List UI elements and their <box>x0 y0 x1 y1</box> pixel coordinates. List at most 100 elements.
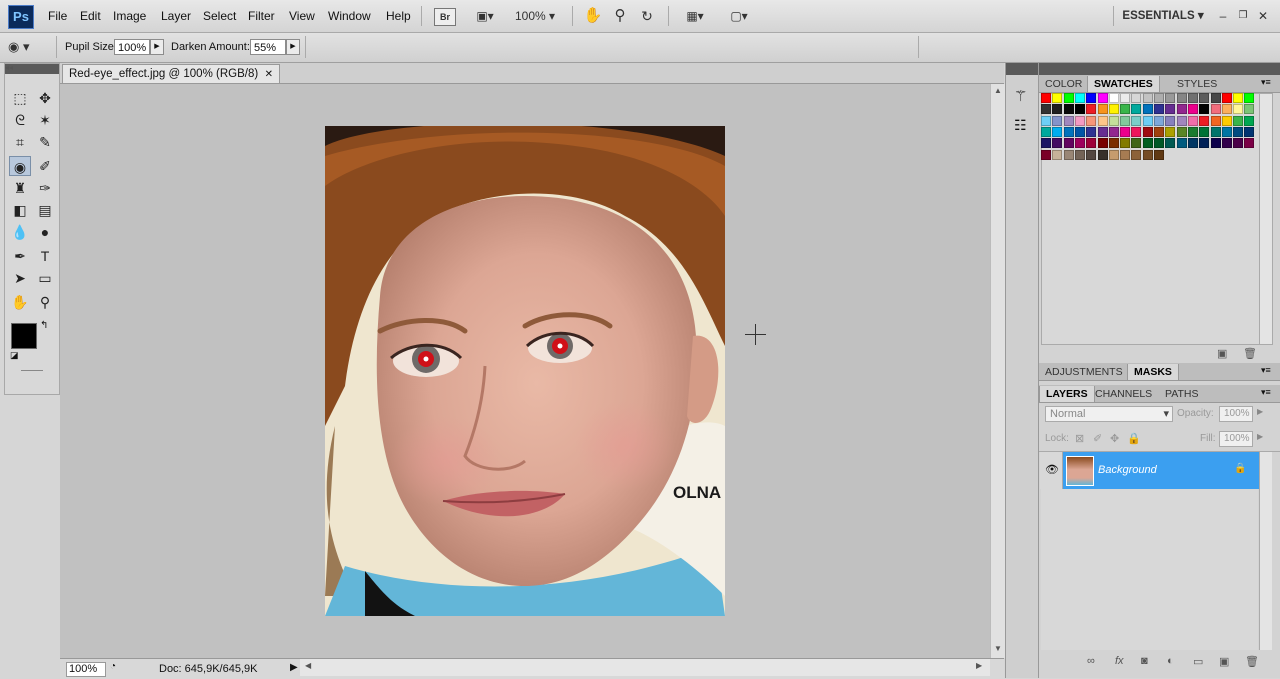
scroll-up-icon[interactable]: ▲ <box>994 86 1002 95</box>
layer-style-icon[interactable]: fx <box>1115 655 1124 667</box>
swatch[interactable] <box>1176 93 1187 103</box>
red-eye-photo[interactable]: OLNA <box>325 126 725 616</box>
menu-view[interactable]: View <box>289 9 315 23</box>
swatch[interactable] <box>1052 93 1063 103</box>
zoom-level-dropdown[interactable]: 100% ▾ <box>510 6 560 26</box>
swatch[interactable] <box>1108 104 1119 115</box>
swatch[interactable] <box>1187 104 1198 115</box>
default-colors-icon[interactable]: ◪ <box>10 350 19 361</box>
layers-menu-icon[interactable]: ▾≡ <box>1261 387 1271 398</box>
tab-paths[interactable]: PATHS <box>1159 386 1204 402</box>
red-eye-tool-icon[interactable]: ◉ <box>9 156 31 176</box>
foreground-color-swatch[interactable] <box>11 323 37 349</box>
swatch[interactable] <box>1154 104 1164 115</box>
swatch[interactable] <box>1097 126 1108 137</box>
swatch[interactable] <box>1052 138 1063 149</box>
swatch[interactable] <box>1142 115 1153 126</box>
tab-adjustments[interactable]: ADJUSTMENTS <box>1039 364 1129 380</box>
scroll-down-icon[interactable]: ▼ <box>994 644 1002 653</box>
swatch[interactable] <box>1041 93 1051 103</box>
status-icon[interactable]: ◔ <box>110 661 116 672</box>
swatch[interactable] <box>1063 126 1074 137</box>
swatch[interactable] <box>1210 138 1221 149</box>
blur-tool-icon[interactable]: 💧 <box>9 222 31 242</box>
swatch[interactable] <box>1233 115 1244 126</box>
swatch[interactable] <box>1074 115 1085 126</box>
lasso-tool-icon[interactable]: ᘓ <box>9 110 31 130</box>
swatch[interactable] <box>1131 115 1142 126</box>
swatch[interactable] <box>1063 93 1074 103</box>
swatch[interactable] <box>1233 93 1244 103</box>
layer-row-background[interactable]: Background 🔒 <box>1063 452 1259 489</box>
swatch[interactable] <box>1074 138 1085 149</box>
path-select-icon[interactable]: ➤ <box>9 268 31 288</box>
opacity-arrow-icon[interactable]: ▶ <box>1257 407 1263 416</box>
lock-all-icon[interactable]: 🔒 <box>1127 432 1141 445</box>
swatch[interactable] <box>1199 126 1210 137</box>
lock-transparent-icon[interactable]: ⊠ <box>1075 432 1084 445</box>
arrange-documents-icon[interactable]: ▦▾ <box>678 6 712 26</box>
swatch[interactable] <box>1233 126 1244 137</box>
swatch[interactable] <box>1097 149 1108 160</box>
eye-icon[interactable]: 👁 <box>1045 463 1059 476</box>
tab-layers[interactable]: LAYERS <box>1039 386 1095 402</box>
swatch[interactable] <box>1199 104 1210 115</box>
swatch[interactable] <box>1097 93 1108 103</box>
swatch[interactable] <box>1187 138 1198 149</box>
swatch[interactable] <box>1142 138 1153 149</box>
swatch[interactable] <box>1244 115 1255 126</box>
swatch[interactable] <box>1142 126 1153 137</box>
swatch[interactable] <box>1142 93 1153 103</box>
swatch[interactable] <box>1176 126 1187 137</box>
menu-file[interactable]: File <box>48 9 67 23</box>
swatch[interactable] <box>1210 104 1221 115</box>
swatch[interactable] <box>1233 138 1244 149</box>
darken-amount-field[interactable]: 55% <box>250 39 286 55</box>
swatch[interactable] <box>1108 149 1119 160</box>
blend-mode-dropdown[interactable]: Normal ▾ <box>1045 406 1173 422</box>
vertical-scrollbar[interactable]: ▲ ▼ <box>990 84 1005 658</box>
swatches-scrollbar[interactable] <box>1259 93 1273 345</box>
swatch[interactable] <box>1063 115 1074 126</box>
swatch[interactable] <box>1052 115 1063 126</box>
delete-layer-icon[interactable]: 🗑 <box>1245 655 1259 668</box>
swatch[interactable] <box>1086 93 1097 103</box>
eraser-icon[interactable]: ◧ <box>9 200 31 220</box>
swatch[interactable] <box>1074 126 1085 137</box>
pupil-size-field[interactable]: 100% <box>114 39 150 55</box>
swatch[interactable] <box>1131 93 1142 103</box>
actions-panel-icon[interactable]: ☷ <box>1014 117 1027 134</box>
zoom-tool-icon[interactable]: ⚲ <box>34 292 56 312</box>
swatch[interactable] <box>1108 93 1119 103</box>
swatch[interactable] <box>1210 93 1221 103</box>
add-mask-icon[interactable]: ◙ <box>1141 655 1148 667</box>
swatch[interactable] <box>1063 104 1074 115</box>
fill-arrow-icon[interactable]: ▶ <box>1257 432 1263 441</box>
swatch[interactable] <box>1131 126 1142 137</box>
swatch[interactable] <box>1142 104 1153 115</box>
adjustment-layer-icon[interactable]: ◐ <box>1167 655 1174 667</box>
swatch[interactable] <box>1097 115 1108 126</box>
swatch[interactable] <box>1131 104 1142 115</box>
swatch[interactable] <box>1176 138 1187 149</box>
bridge-button[interactable]: Br <box>434 8 456 26</box>
swatch[interactable] <box>1131 149 1142 160</box>
swatch[interactable] <box>1041 149 1051 160</box>
opacity-field[interactable]: 100% <box>1219 406 1253 422</box>
swatch[interactable] <box>1221 115 1232 126</box>
swatch[interactable] <box>1120 115 1131 126</box>
rotate-view-icon[interactable]: ↻ <box>637 6 657 26</box>
menu-window[interactable]: Window <box>328 9 371 23</box>
swatch[interactable] <box>1086 126 1097 137</box>
swatch[interactable] <box>1142 149 1153 160</box>
lock-image-icon[interactable]: ✐ <box>1093 432 1102 445</box>
swatch[interactable] <box>1154 93 1164 103</box>
tab-styles[interactable]: STYLES <box>1171 76 1223 92</box>
swatch[interactable] <box>1052 126 1063 137</box>
swatch[interactable] <box>1063 138 1074 149</box>
history-panel-icon[interactable]: ⚚ <box>1014 87 1027 105</box>
marquee-tool-icon[interactable]: ⬚ <box>9 88 31 108</box>
layers-scrollbar[interactable] <box>1259 452 1272 650</box>
swatch[interactable] <box>1165 115 1176 126</box>
panel-menu-icon[interactable]: ▾≡ <box>1261 77 1271 88</box>
